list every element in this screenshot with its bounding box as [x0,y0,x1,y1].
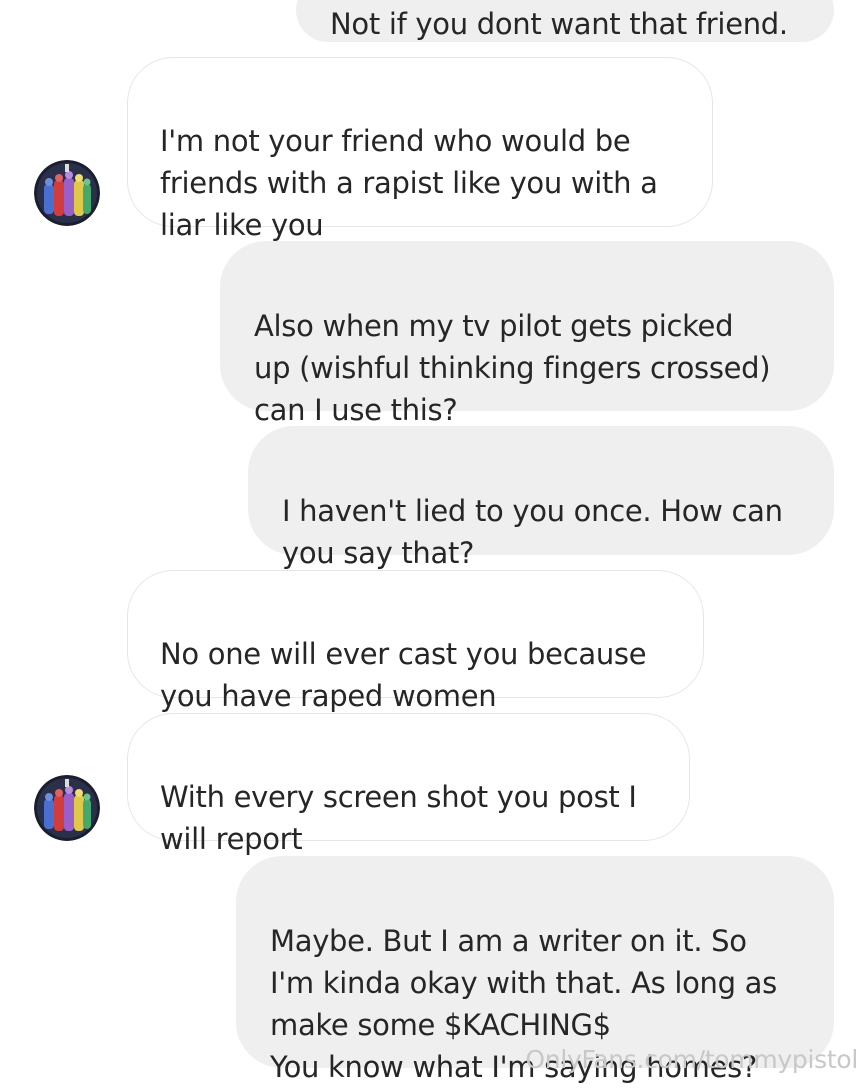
message-text: Not if you dont want that friend. [330,7,788,41]
sender-avatar[interactable] [34,775,100,841]
message-text: Also when my tv pilot gets picked up (wi… [254,309,771,427]
message-text: No one will ever cast you because you ha… [160,637,647,713]
message-text: I haven't lied to you once. How can you … [282,494,783,570]
power-rangers-avatar-icon [34,775,100,841]
watermark: OnlyFans.com/tommypistol [525,1045,858,1074]
message-bubble-incoming[interactable]: With every screen shot you post I will r… [127,713,690,856]
message-bubble-outgoing[interactable]: Also when my tv pilot gets picked up (wi… [220,241,834,427]
message-bubble-outgoing[interactable]: I haven't lied to you once. How can you … [248,426,834,570]
message-bubble-outgoing[interactable]: Not if you dont want that friend. [296,0,834,42]
message-text: I'm not your friend who would be friends… [160,124,658,242]
message-bubble-incoming[interactable]: No one will ever cast you because you ha… [127,570,704,713]
sender-avatar[interactable] [34,160,100,226]
message-bubble-incoming[interactable]: I'm not your friend who would be friends… [127,57,713,242]
message-text: With every screen shot you post I will r… [160,780,637,856]
power-rangers-avatar-icon [34,160,100,226]
message-bubble-outgoing[interactable]: Maybe. But I am a writer on it. So I'm k… [236,856,834,1084]
